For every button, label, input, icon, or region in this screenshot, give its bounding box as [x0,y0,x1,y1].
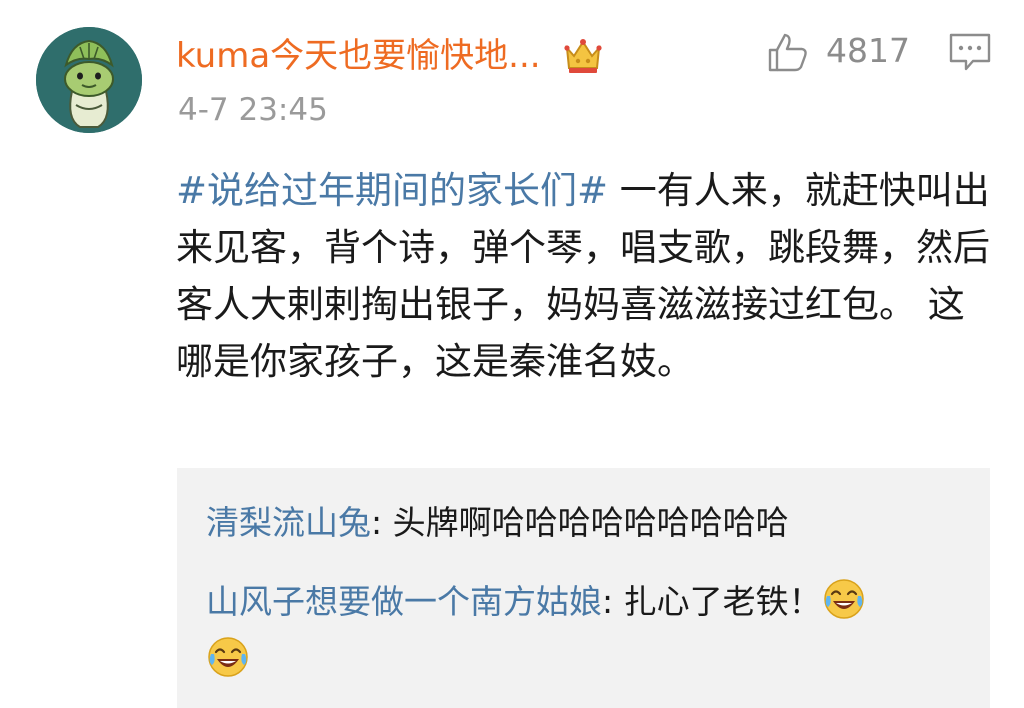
avatar[interactable] [36,27,142,133]
reply-username[interactable]: 山风子想要做一个南方姑娘 [206,582,602,621]
post-text: #说给过年期间的家长们# 一有人来，就赶快叫出来见客，背个诗，弹个琴，唱支歌，跳… [176,162,996,390]
username[interactable]: kuma今天也要愉快地... [176,32,541,80]
reply-item[interactable]: 清梨流山兔: 头牌啊哈哈哈哈哈哈哈哈哈 [206,494,966,552]
reply-text: 扎心了老铁！ [623,582,822,621]
hashtag-link[interactable]: #说给过年期间的家长们# [176,169,608,212]
timestamp: 4-7 23:45 [178,92,328,128]
crown-icon [561,34,605,78]
reply-username[interactable]: 清梨流山兔 [206,503,371,542]
reply-text: 头牌啊哈哈哈哈哈哈哈哈哈 [392,503,789,542]
comment-icon[interactable] [946,30,994,74]
reply-item[interactable]: 山风子想要做一个南方姑娘: 扎心了老铁！ [206,573,966,689]
reply-separator: : [371,503,393,542]
cabbage-frog-avatar-icon [36,27,142,133]
thumbs-up-icon[interactable] [766,30,810,74]
laughing-crying-emoji-icon [206,635,250,679]
laughing-crying-emoji-icon [822,577,866,621]
like-count[interactable]: 4817 [826,28,910,74]
reply-separator: : [602,582,624,621]
